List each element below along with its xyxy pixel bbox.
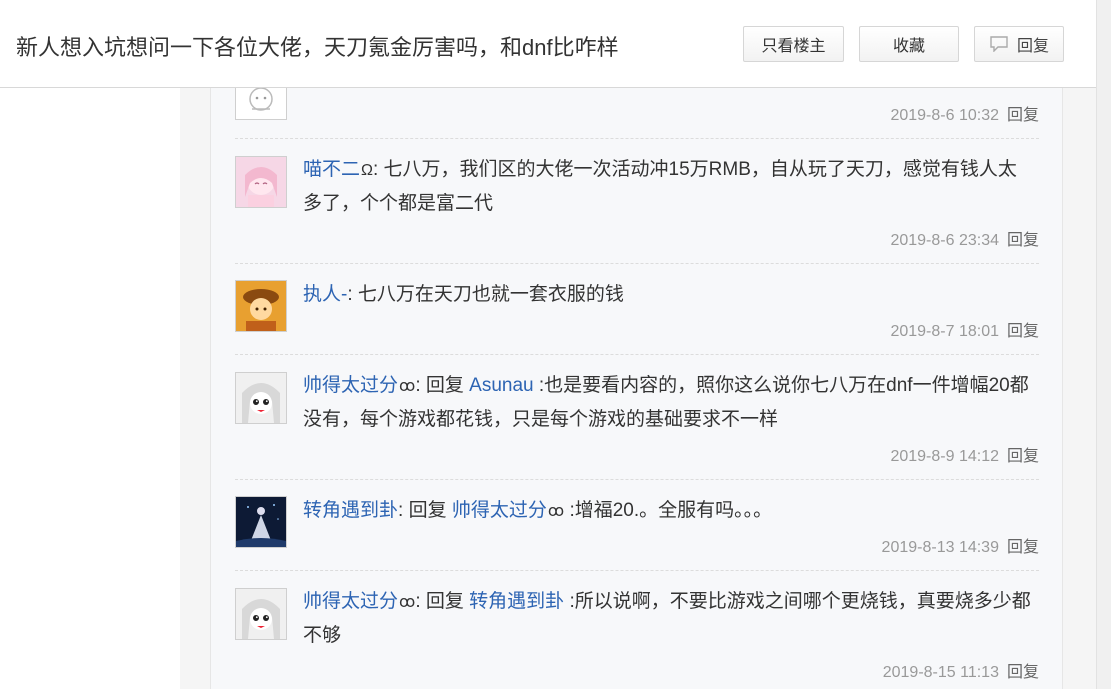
comment-meta: 2019-8-13 14:39 回复 (882, 533, 1039, 557)
comment-meta: 2019-8-6 10:32 回复 (890, 101, 1039, 125)
reply-button-label: 回复 (1016, 38, 1049, 55)
comment-colon: : (398, 500, 409, 521)
comment-colon: : (415, 375, 426, 396)
user-badge: Ω (361, 162, 373, 179)
comment-text: 七八万，我们区的大佬一次活动冲15万RMB，自从玩了天刀，感觉有钱人太多了，个个… (303, 159, 1017, 214)
comment-reply-link[interactable]: 回复 (1007, 323, 1039, 340)
comment-username[interactable]: 帅得太过分 (303, 591, 398, 612)
scrollbar[interactable] (1096, 0, 1111, 689)
reply-button[interactable]: 回复 (974, 26, 1064, 62)
comment-reply-link[interactable]: 回复 (1007, 539, 1039, 556)
comment-reply-link[interactable]: 回复 (1007, 448, 1039, 465)
user-badge: ꝏ (547, 503, 565, 520)
comment-meta: 2019-8-9 14:12 回复 (890, 442, 1039, 466)
user-badge: ꝏ (399, 378, 416, 395)
comment-item: 转角遇到卦: 回复 帅得太过分ꝏ :增福20.。全服有吗。。。 2019-8-1… (235, 480, 1039, 571)
comment-colon: : (372, 159, 384, 180)
avatar[interactable] (235, 280, 287, 332)
comment-reply-link[interactable]: 回复 (1007, 232, 1039, 249)
reply-target-username[interactable]: 转角遇到卦 (469, 591, 564, 612)
comment-username[interactable]: 帅得太过分 (303, 375, 398, 396)
comment-body: 转角遇到卦: 回复 帅得太过分ꝏ :增福20.。全服有吗。。。 (303, 494, 1033, 528)
comment-reply-link[interactable]: 回复 (1007, 664, 1039, 681)
thread-header: 新人想入坑想问一下各位大佬，天刀氪金厉害吗，和dnf比咋样 只看楼主 收藏 回复 (0, 0, 1096, 88)
favorite-button[interactable]: 收藏 (859, 26, 959, 62)
comment-time: 2019-8-15 11:13 (882, 664, 999, 681)
only-owner-button[interactable]: 只看楼主 (743, 26, 844, 62)
comment-time: 2019-8-7 18:01 (890, 323, 999, 340)
avatar[interactable] (235, 588, 287, 640)
comment-text: :增福20.。全服有吗。。。 (564, 500, 773, 521)
comment-body: 帅得太过分ꝏ: 回复 转角遇到卦 :所以说啊，不要比游戏之间哪个更烧钱，真要烧多… (303, 585, 1033, 652)
reply-target-username[interactable]: Asunau (469, 375, 533, 396)
comment-meta: 2019-8-15 11:13 回复 (883, 658, 1039, 682)
comment-meta: 2019-8-7 18:01 回复 (890, 317, 1039, 341)
comment-time: 2019-8-6 23:34 (890, 232, 999, 249)
avatar[interactable] (235, 496, 287, 548)
comment-text: 七八万在天刀也就一套衣服的钱 (357, 284, 624, 305)
comment-body: 喵不二Ω: 七八万，我们区的大佬一次活动冲15万RMB，自从玩了天刀，感觉有钱人… (303, 153, 1033, 220)
comment-item: 执人-: 七八万在天刀也就一套衣服的钱 2019-8-7 18:01 回复 (235, 264, 1039, 355)
comment-colon: : (415, 591, 426, 612)
comment-time: 2019-8-9 14:12 (890, 448, 999, 465)
comment-time: 2019-8-6 10:32 (890, 107, 999, 124)
comment-time: 2019-8-13 14:39 (881, 539, 999, 556)
comment-username[interactable]: 转角遇到卦 (303, 500, 398, 521)
reply-prefix: 回复 (425, 375, 470, 396)
reply-prefix: 回复 (425, 591, 470, 612)
speech-bubble-icon (989, 36, 1009, 53)
comment-reply-link[interactable]: 回复 (1007, 107, 1039, 124)
comment-item: 帅得太过分ꝏ: 回复 转角遇到卦 :所以说啊，不要比游戏之间哪个更烧钱，真要烧多… (235, 571, 1039, 689)
comment-item: 喵不二Ω: 七八万，我们区的大佬一次活动冲15万RMB，自从玩了天刀，感觉有钱人… (235, 139, 1039, 264)
thread-title: 新人想入坑想问一下各位大佬，天刀氪金厉害吗，和dnf比咋样 (16, 35, 619, 60)
comment-body: 执人-: 七八万在天刀也就一套衣服的钱 (303, 278, 1033, 311)
user-badge: ꝏ (399, 594, 416, 611)
avatar[interactable] (235, 156, 287, 208)
comment-username[interactable]: 喵不二 (303, 159, 360, 180)
comment-colon: : (347, 284, 358, 305)
reply-target-username[interactable]: 帅得太过分 (452, 500, 547, 521)
comment-username[interactable]: 执人- (303, 284, 347, 305)
left-column (0, 88, 180, 689)
comment-body: 帅得太过分ꝏ: 回复 Asunau :也是要看内容的，照你这么说你七八万在dnf… (303, 369, 1033, 436)
comment-item: 帅得太过分ꝏ: 回复 Asunau :也是要看内容的，照你这么说你七八万在dnf… (235, 355, 1039, 480)
avatar[interactable] (235, 372, 287, 424)
page: 2019-8-6 10:32 回复 喵不二Ω: 七八万，我们区的大佬一次活动冲15… (0, 0, 1111, 689)
comment-meta: 2019-8-6 23:34 回复 (890, 226, 1039, 250)
reply-prefix: 回复 (408, 500, 452, 521)
